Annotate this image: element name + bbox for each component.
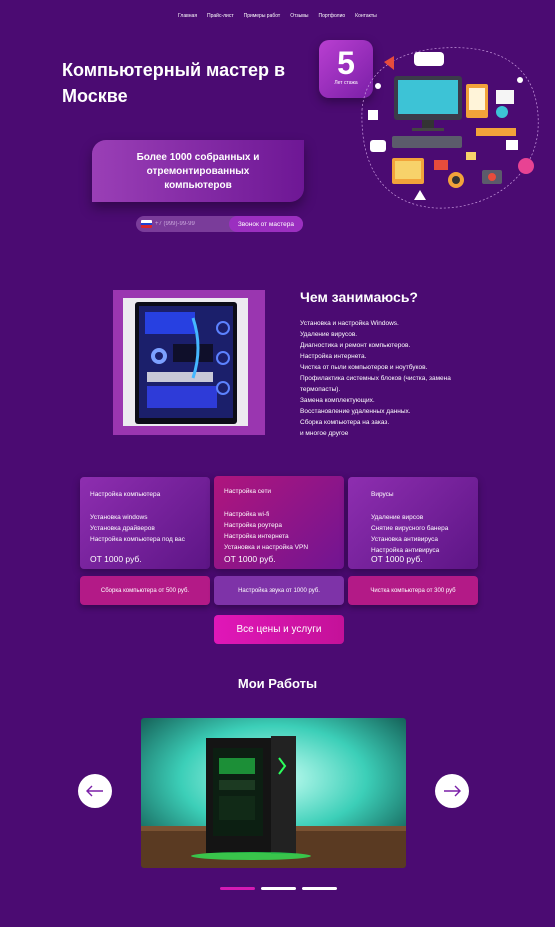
- service-item: Восстановление удаленных данных.: [300, 408, 411, 415]
- all-prices-button[interactable]: Все цены и услуги: [214, 615, 344, 644]
- price-card-computer-setup[interactable]: Настройка компьютера Установка windows У…: [80, 477, 210, 569]
- slider-dots: [220, 887, 337, 890]
- slider-next-button[interactable]: [435, 774, 469, 808]
- price-card-item: Настройка wi-fi: [224, 511, 270, 518]
- service-item: Чистка от пыли компьютеров и ноутбуков.: [300, 364, 428, 371]
- price-card-price: ОТ 1000 руб.: [371, 554, 423, 564]
- nav-home[interactable]: Главная: [178, 13, 197, 19]
- callback-button[interactable]: Звонок от мастера: [228, 216, 303, 232]
- nav-portfolio[interactable]: Портфолио: [319, 13, 346, 19]
- callback-form: Звонок от мастера: [136, 216, 303, 232]
- price-card-item: Установка антивируса: [371, 536, 439, 543]
- price-card-price: ОТ 1000 руб.: [90, 554, 142, 564]
- price-card-item: Настройка компьютера под вас: [90, 536, 185, 543]
- pc-cleaning-button[interactable]: Чистка компьютера от 300 руб: [348, 576, 478, 605]
- main-nav: Главная Прайс-лист Примеры работ Отзывы …: [178, 13, 387, 19]
- price-card-item: Установка драйверов: [90, 525, 155, 532]
- price-card-item: Снятие вирусного банера: [371, 525, 449, 532]
- price-card-item: Настройка роутера: [224, 522, 282, 529]
- service-item: Профилактика системных блоков (чистка, з…: [300, 375, 451, 393]
- service-item: Замена комплектующих.: [300, 397, 375, 404]
- slider-dot-3[interactable]: [302, 887, 337, 890]
- price-card-price: ОТ 1000 руб.: [224, 554, 276, 564]
- price-card-title: Настройка сети: [224, 488, 272, 495]
- price-card-viruses[interactable]: Вирусы Удаление вирсов Снятие вирусного …: [348, 477, 478, 569]
- services-list: Установка и настройка Windows. Удаление …: [300, 318, 480, 439]
- slider-dot-2[interactable]: [261, 887, 296, 890]
- service-item: Настройка интернета.: [300, 353, 367, 360]
- price-card-title: Настройка компьютера: [90, 491, 161, 498]
- russia-flag-icon: [141, 220, 152, 228]
- nav-price-list[interactable]: Прайс-лист: [207, 13, 234, 19]
- services-title: Чем занимаюсь?: [300, 289, 418, 305]
- works-title: Мои Работы: [237, 676, 318, 691]
- price-card-item: Удаление вирсов: [371, 514, 424, 521]
- nav-works[interactable]: Примеры работ: [244, 13, 281, 19]
- price-card-title: Вирусы: [371, 491, 394, 498]
- hero-badge: Более 1000 собранных и отремонтированных…: [92, 140, 304, 202]
- hero-title: Компьютерный мастер в Москве: [62, 60, 286, 106]
- sound-setup-button[interactable]: Настройка звука от 1000 руб.: [214, 576, 344, 605]
- slider-prev-button[interactable]: [78, 774, 112, 808]
- service-item: Установка и настройка Windows.: [300, 320, 399, 327]
- gaming-pc-image: [123, 298, 248, 426]
- service-item: Сборка компьютера на заказ.: [300, 419, 390, 426]
- arrow-right-icon: [444, 785, 461, 797]
- service-item: Диагностика и ремонт компьютеров.: [300, 342, 411, 349]
- phone-input[interactable]: [155, 221, 223, 227]
- pc-assembly-button[interactable]: Сборка компьютера от 500 руб.: [80, 576, 210, 605]
- service-item: Удаление вирусов.: [300, 331, 358, 338]
- price-card-item: Установка и настройка VPN: [224, 544, 309, 551]
- price-card-item: Настройка интернета: [224, 533, 289, 540]
- works-slide-image: [141, 718, 406, 868]
- slider-dot-1[interactable]: [220, 887, 255, 890]
- price-card-item: Установка windows: [90, 514, 148, 521]
- nav-contacts[interactable]: Контакты: [355, 13, 377, 19]
- arrow-left-icon: [86, 785, 103, 797]
- price-card-network-setup[interactable]: Настройка сети Настройка wi-fi Настройка…: [214, 476, 344, 569]
- tech-illustration: [361, 47, 539, 209]
- service-item: и многое другое: [300, 430, 349, 437]
- nav-reviews[interactable]: Отзывы: [290, 13, 308, 19]
